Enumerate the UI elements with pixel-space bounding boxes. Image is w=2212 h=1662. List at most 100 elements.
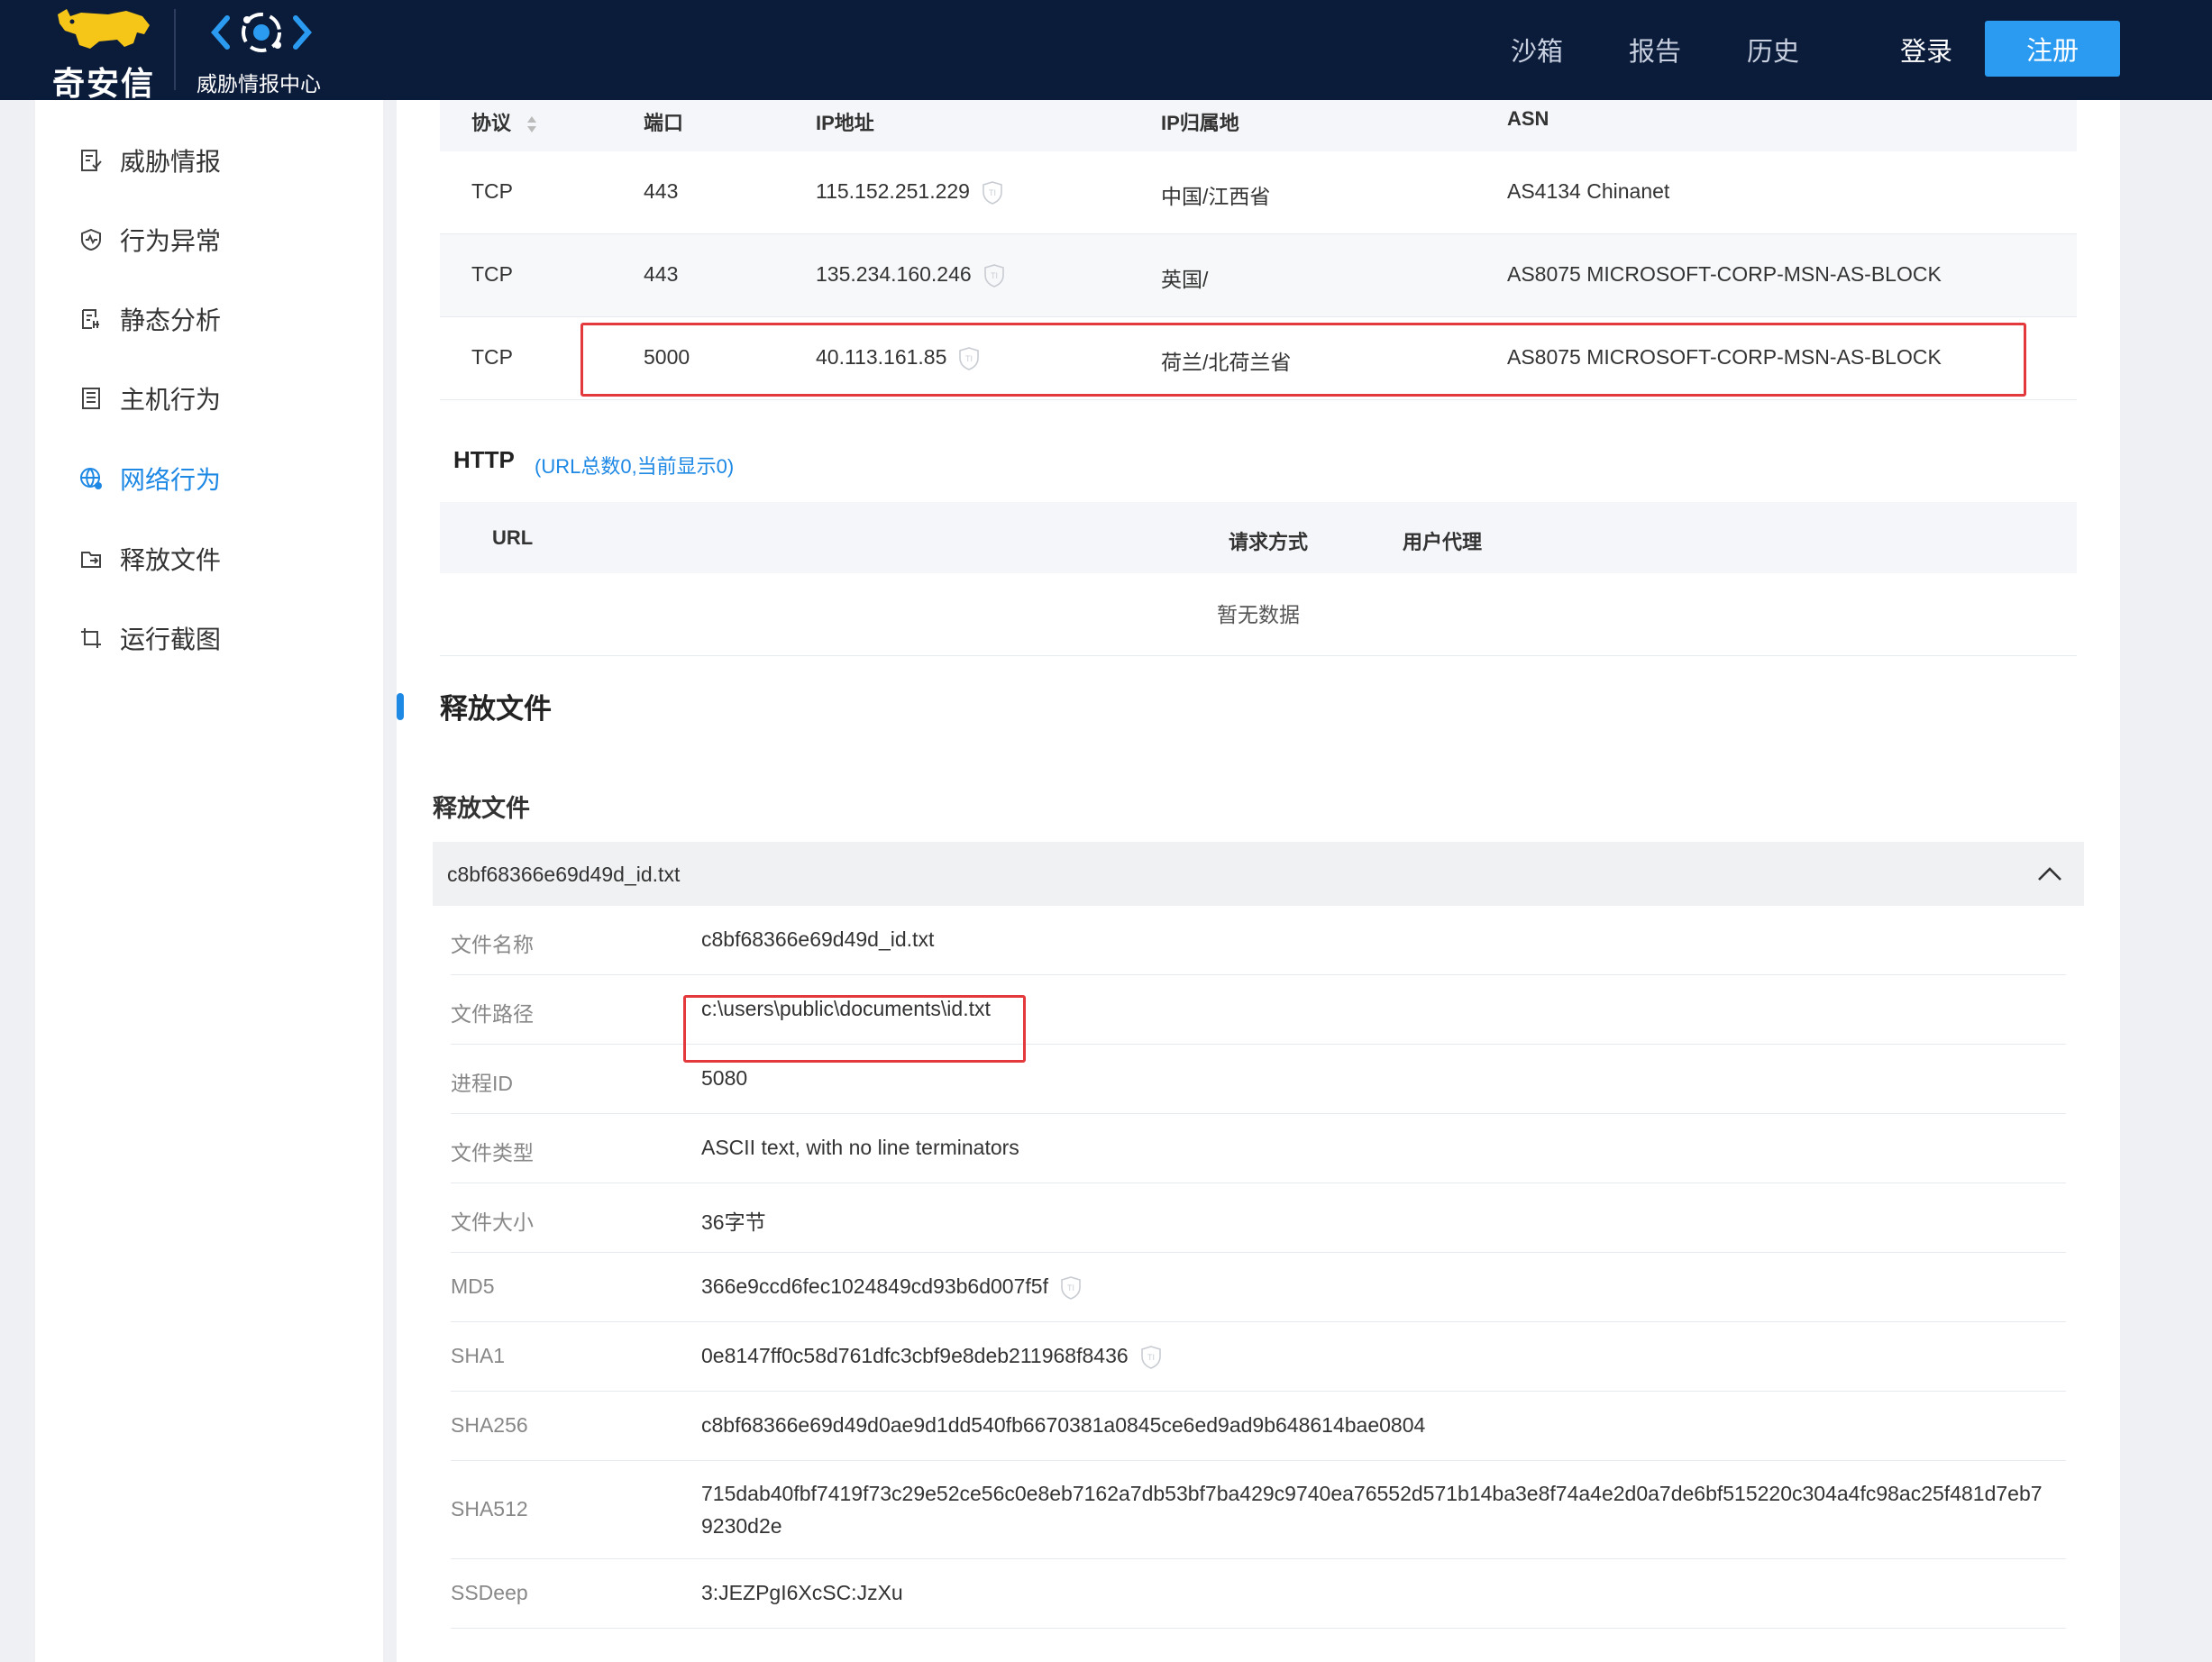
detail-value: 715dab40fbf7419f73c29e52ce56c0e8eb7162a7… [701, 1482, 2043, 1538]
detail-row: 文件名称 c8bf68366e69d49d_id.txt [451, 906, 2066, 975]
col-port: 端口 [644, 112, 684, 134]
static-analysis-icon [78, 306, 104, 332]
col-ip: IP地址 [816, 112, 874, 134]
detail-key: 文件名称 [451, 933, 534, 956]
detail-row: 文件大小 36字节 [451, 1183, 2066, 1253]
col-protocol-label: 协议 [471, 112, 512, 134]
cell-protocol: TCP [471, 262, 513, 286]
col-asn: ASN [1507, 107, 1549, 130]
sidebar-item-label: 网络行为 [120, 466, 222, 494]
ti-shield-icon[interactable]: TI [983, 181, 1002, 205]
cell-asn: AS4134 Chinanet [1507, 179, 1670, 203]
svg-text:TI: TI [1067, 1283, 1074, 1292]
nav-report[interactable]: 报告 [1629, 31, 1681, 68]
detail-row: SHA512 715dab40fbf7419f73c29e52ce56c0e8e… [451, 1461, 2066, 1559]
crop-icon [78, 626, 104, 651]
top-bar: 奇安信 威胁情报中心 沙箱 报告 历史 登录 注册 [0, 0, 2212, 102]
nav-history[interactable]: 历史 [1747, 31, 1799, 68]
nav-sandbox[interactable]: 沙箱 [1511, 31, 1563, 68]
detail-value: 5080 [701, 1066, 748, 1090]
http-title: HTTP [453, 446, 515, 473]
folder-icon [78, 546, 104, 571]
ti-shield-icon[interactable]: TI [1061, 1276, 1081, 1300]
ip-text[interactable]: 135.234.160.246 [816, 262, 972, 286]
report-icon [78, 148, 104, 173]
detail-row: SHA1 0e8147ff0c58d761dfc3cbf9e8deb211968… [451, 1322, 2066, 1392]
main-content: 协议 端口 IP地址 IP归属地 ASN TCP 443 115.152.251… [397, 100, 2120, 1662]
sidebar-item-label: 主机行为 [120, 386, 222, 414]
host-icon [78, 386, 104, 411]
col-protocol[interactable]: 协议 [471, 107, 538, 136]
detail-value: ASCII text, with no line terminators [701, 1136, 1019, 1159]
qianxin-logo[interactable]: 奇安信 [50, 5, 159, 102]
detail-key: MD5 [451, 1274, 495, 1298]
detail-value: c8bf68366e69d49d0ae9d1dd540fb6670381a084… [701, 1413, 1426, 1437]
http-table-header: URL 请求方式 用户代理 [440, 502, 2077, 573]
cell-protocol: TCP [471, 179, 513, 203]
sidebar-item-dropped-files[interactable]: 释放文件 [78, 541, 221, 577]
cell-ip: 135.234.160.246 TI [816, 262, 1004, 288]
tcp-table-header: 协议 端口 IP地址 IP归属地 ASN [440, 100, 2077, 151]
svg-text:TI: TI [989, 188, 996, 197]
sidebar-item-abnormal-behavior[interactable]: 行为异常 [78, 222, 221, 258]
sidebar-item-static-analysis[interactable]: 静态分析 [78, 301, 221, 337]
detail-row: 文件类型 ASCII text, with no line terminator… [451, 1114, 2066, 1183]
detail-key: 文件路径 [451, 1002, 534, 1026]
cell-protocol: TCP [471, 345, 513, 369]
svg-text:TI: TI [991, 271, 998, 280]
sidebar-item-label: 释放文件 [120, 546, 222, 574]
sidebar-item-label: 行为异常 [120, 227, 222, 255]
detail-key: SSDeep [451, 1581, 528, 1604]
detail-key: SHA512 [451, 1497, 528, 1520]
detail-value: 366e9ccd6fec1024849cd93b6d007f5f TI [701, 1274, 1081, 1300]
detail-value: c8bf68366e69d49d_id.txt [701, 927, 935, 951]
highlight-box [580, 323, 2026, 397]
sidebar-item-label: 运行截图 [120, 626, 222, 653]
detail-key: SHA1 [451, 1344, 506, 1367]
ti-shield-icon[interactable]: TI [1140, 1346, 1161, 1369]
register-button[interactable]: 注册 [1985, 21, 2120, 77]
cell-asn: AS8075 MICROSOFT-CORP-MSN-AS-BLOCK [1507, 262, 1942, 286]
subsection-title: 释放文件 [433, 795, 530, 822]
detail-value: 36字节 [701, 1210, 766, 1234]
file-name: c8bf68366e69d49d_id.txt [447, 863, 681, 886]
detail-row: 进程ID 5080 [451, 1045, 2066, 1114]
ip-text[interactable]: 115.152.251.229 [816, 179, 970, 203]
md5-value[interactable]: 366e9ccd6fec1024849cd93b6d007f5f [701, 1274, 1048, 1298]
cell-port: 443 [644, 262, 679, 286]
brand-title: 威胁情报中心 [197, 72, 321, 96]
logo-text: 奇安信 [52, 65, 156, 102]
login-link[interactable]: 登录 [1900, 31, 1952, 68]
sidebar-item-screenshots[interactable]: 运行截图 [78, 620, 221, 656]
detail-row: SSDeep 3:JEZPgI6XcSC:JzXu [451, 1559, 2066, 1629]
http-url-count: (URL总数0,当前显示0) [535, 455, 735, 478]
section-marker [397, 693, 404, 720]
chevron-up-icon[interactable] [2034, 858, 2066, 890]
cell-port: 443 [644, 179, 679, 203]
sort-icon[interactable] [526, 114, 538, 134]
logo-divider [174, 9, 176, 90]
detail-row: MD5 366e9ccd6fec1024849cd93b6d007f5f TI [451, 1253, 2066, 1322]
col-method: 请求方式 [1229, 531, 1309, 553]
detail-key: 文件类型 [451, 1141, 534, 1164]
empty-state: 暂无数据 [440, 573, 2077, 656]
cell-location: 中国/江西省 [1161, 185, 1271, 208]
tiger-logo-icon [58, 9, 150, 49]
section-title: 释放文件 [440, 693, 552, 725]
file-accordion-header[interactable]: c8bf68366e69d49d_id.txt [433, 842, 2084, 906]
col-location: IP归属地 [1161, 112, 1239, 134]
threat-intel-brand-icon [211, 13, 312, 52]
table-row: TCP 443 115.152.251.229 TI 中国/江西省 AS4134 … [440, 151, 2077, 234]
sidebar-item-threat-intel[interactable]: 威胁情报 [78, 142, 221, 178]
detail-row: SHA256 c8bf68366e69d49d0ae9d1dd540fb6670… [451, 1392, 2066, 1461]
sidebar-item-network-behavior[interactable]: 网络行为 [78, 461, 221, 497]
sidebar: 威胁情报 行为异常 静态分析 主机行为 网络行为 释放文件 运行截图 [35, 100, 383, 1662]
detail-key: SHA256 [451, 1413, 528, 1437]
sidebar-item-label: 威胁情报 [120, 148, 222, 176]
detail-key: 文件大小 [451, 1210, 534, 1234]
ti-shield-icon[interactable]: TI [983, 264, 1004, 288]
sidebar-item-host-behavior[interactable]: 主机行为 [78, 380, 221, 416]
col-user-agent: 用户代理 [1403, 531, 1483, 553]
col-url: URL [492, 526, 534, 549]
sha1-value[interactable]: 0e8147ff0c58d761dfc3cbf9e8deb211968f8436 [701, 1344, 1129, 1367]
